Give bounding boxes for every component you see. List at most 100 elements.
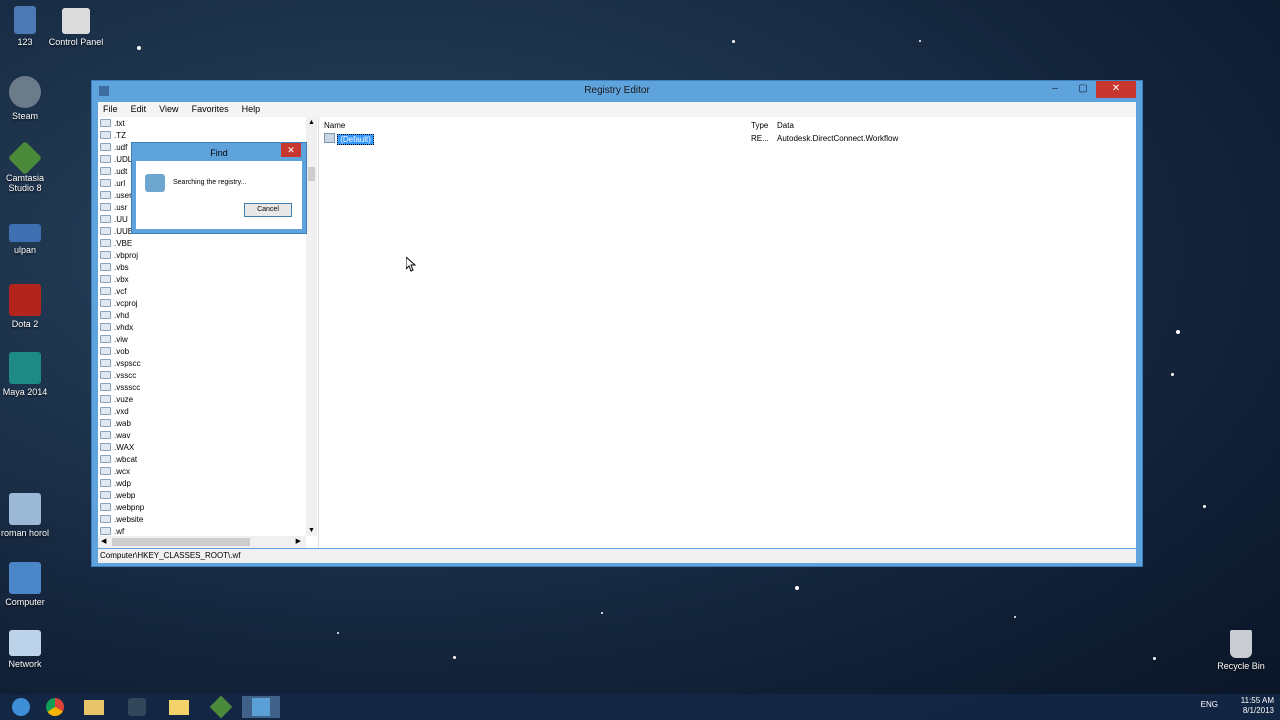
scroll-down-icon[interactable]: ▼ <box>308 527 315 534</box>
column-header-type[interactable]: Type <box>751 121 768 130</box>
menu-help[interactable]: Help <box>237 102 266 116</box>
chrome-icon[interactable] <box>36 696 74 718</box>
desktop-icon-computer[interactable]: Computer <box>0 562 60 607</box>
tree-item[interactable]: .viw <box>100 334 128 346</box>
scroll-right-icon[interactable]: ▶ <box>296 537 301 545</box>
value-type: RE... <box>751 134 769 143</box>
tree-item[interactable]: .UDL <box>100 154 132 166</box>
tree-item[interactable]: .webp <box>100 490 135 502</box>
tree-item-label: .vhd <box>114 311 130 320</box>
tree-item[interactable]: .webpnp <box>100 502 144 514</box>
tree-vscroll-thumb[interactable] <box>308 167 315 181</box>
tree-item[interactable]: .wbcat <box>100 454 137 466</box>
folder-icon <box>100 455 111 463</box>
tree-hscroll-thumb[interactable] <box>112 538 250 546</box>
folder-icon <box>100 287 111 295</box>
folder-icon <box>100 215 111 223</box>
tree-item[interactable]: .vcproj <box>100 298 138 310</box>
tree-item[interactable]: .WAX <box>100 442 134 454</box>
tree-item[interactable]: .vhdx <box>100 322 133 334</box>
tree-item[interactable]: .vbx <box>100 274 129 286</box>
tree-item[interactable]: .vuze <box>100 394 133 406</box>
tree-item[interactable]: .wdp <box>100 478 131 490</box>
tree-item[interactable]: .wab <box>100 418 131 430</box>
tree-item[interactable]: .vxd <box>100 406 129 418</box>
tree-item[interactable]: .vspscc <box>100 358 141 370</box>
desktop-icon-roman-horol[interactable]: roman horol <box>0 493 60 538</box>
menu-view[interactable]: View <box>154 102 183 116</box>
tree-item[interactable]: .wav <box>100 430 130 442</box>
tree-horizontal-scrollbar[interactable]: ◀ ▶ <box>98 536 306 548</box>
registry-editor-icon[interactable] <box>242 696 280 718</box>
folder-icon <box>100 407 111 415</box>
tree-item[interactable]: .txt <box>100 118 125 130</box>
tree-item-label: .webp <box>114 491 136 500</box>
tree-item[interactable]: .vob <box>100 346 129 358</box>
desktop-icon-maya[interactable]: Maya 2014 <box>0 352 60 397</box>
tree-item-label: .wdp <box>114 479 131 488</box>
windows-start-icon[interactable] <box>2 696 40 718</box>
folder-icon <box>100 503 111 511</box>
tree-item[interactable]: .udt <box>100 166 127 178</box>
menu-edit[interactable]: Edit <box>126 102 152 116</box>
desktop-icon-recycle-bin[interactable]: Recycle Bin <box>1206 630 1276 671</box>
menu-favorites[interactable]: Favorites <box>187 102 234 116</box>
desktop-icon-ulpan[interactable]: ulpan <box>0 224 60 255</box>
tree-item[interactable]: .wcx <box>100 466 130 478</box>
column-header-name[interactable]: Name <box>324 121 345 130</box>
tree-vertical-scrollbar[interactable]: ▲ ▼ <box>306 117 317 536</box>
folder-icon <box>100 479 111 487</box>
scroll-up-icon[interactable]: ▲ <box>308 119 315 126</box>
maximize-button[interactable]: ▢ <box>1070 81 1096 98</box>
tree-item[interactable]: .usr <box>100 202 127 214</box>
desktop-icon-steam[interactable]: Steam <box>0 76 60 121</box>
mouse-cursor-icon <box>406 257 416 272</box>
tree-item[interactable]: .vcf <box>100 286 126 298</box>
desktop-icon-network[interactable]: Network <box>0 630 60 669</box>
steam-icon[interactable] <box>118 696 156 718</box>
desktop-icon-camtasia[interactable]: Camtasia Studio 8 <box>0 141 60 193</box>
computer-icon <box>9 562 41 594</box>
tree-item[interactable]: .vbs <box>100 262 129 274</box>
tree-item[interactable]: .VBE <box>100 238 132 250</box>
tree-item[interactable]: .vbproj <box>100 250 138 262</box>
tree-item[interactable]: .vhd <box>100 310 129 322</box>
desktop-icon-dota[interactable]: Dota 2 <box>0 284 60 329</box>
camtasia-icon[interactable] <box>202 695 240 719</box>
clock[interactable]: 11:55 AM 8/1/2013 <box>1226 696 1274 716</box>
column-header-data[interactable]: Data <box>777 121 794 130</box>
taskbar: ENG 11:55 AM 8/1/2013 <box>0 694 1280 720</box>
value-row[interactable]: (Default) RE... Autodesk.DirectConnect.W… <box>324 133 1136 145</box>
minimize-button[interactable]: – <box>1042 81 1068 98</box>
cancel-button[interactable]: Cancel <box>244 203 292 217</box>
values-list[interactable]: Name Type Data (Default) RE... Autodesk.… <box>320 117 1136 548</box>
folder-icon <box>100 143 111 151</box>
language-indicator[interactable]: ENG <box>1201 700 1218 710</box>
tree-item[interactable]: .url <box>100 178 125 190</box>
close-button[interactable]: ✕ <box>1096 81 1136 98</box>
folder-icon[interactable] <box>160 696 198 718</box>
tree-item[interactable]: .udf <box>100 142 127 154</box>
file-explorer-icon[interactable] <box>75 696 113 718</box>
tree-item[interactable]: .vssscc <box>100 382 140 394</box>
menu-file[interactable]: File <box>98 102 123 116</box>
tree-item[interactable]: .user <box>100 190 132 202</box>
title-bar[interactable]: Registry Editor – ▢ ✕ <box>92 81 1142 102</box>
tree-item[interactable]: .UU <box>100 214 128 226</box>
system-tray: ENG 11:55 AM 8/1/2013 <box>1201 696 1274 716</box>
window-title: Registry Editor <box>584 85 650 96</box>
tree-item-label: .website <box>114 515 144 524</box>
tree-item[interactable]: .vsscc <box>100 370 136 382</box>
search-registry-icon <box>145 174 165 192</box>
scroll-left-icon[interactable]: ◀ <box>101 537 106 545</box>
tree-item-label: .vxd <box>114 407 129 416</box>
folder-icon <box>100 347 111 355</box>
control-panel-icon <box>62 8 90 34</box>
find-dialog[interactable]: Find ✕ Searching the registry... Cancel <box>131 142 307 234</box>
tree-item[interactable]: .TZ <box>100 130 126 142</box>
desktop-icon-control-panel[interactable]: Control Panel <box>41 8 111 47</box>
tree-item[interactable]: .UUE <box>100 226 133 238</box>
folder-icon <box>100 467 111 475</box>
tree-item[interactable]: .website <box>100 514 143 526</box>
find-close-button[interactable]: ✕ <box>281 143 301 157</box>
